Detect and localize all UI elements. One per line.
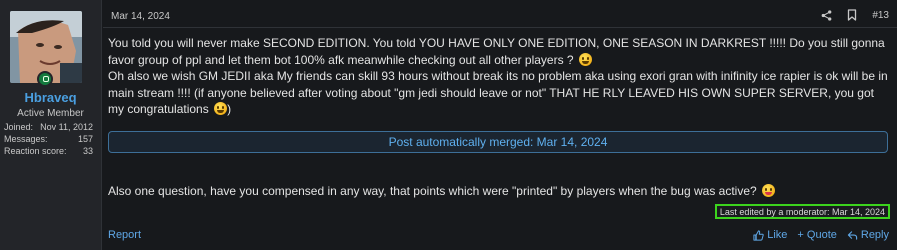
message-text: Also one question, have you compensed in…	[108, 184, 757, 198]
quote-button[interactable]: + Quote	[797, 229, 836, 241]
share-icon[interactable]	[821, 9, 832, 21]
report-link[interactable]: Report	[108, 229, 141, 241]
stat-joined: Joined: Nov 11, 2012	[4, 121, 93, 133]
user-sidebar: Hbraveq Active Member Joined: Nov 11, 20…	[0, 0, 102, 250]
message-paragraph: Also one question, have you compensed in…	[108, 184, 888, 198]
stat-label: Messages:	[4, 134, 48, 144]
post-actions: Like + Quote Reply	[753, 229, 889, 241]
user-stats: Joined: Nov 11, 2012 Messages: 157 React…	[4, 121, 93, 157]
username[interactable]: Hbraveq	[0, 90, 101, 105]
reply-button[interactable]: Reply	[847, 229, 889, 241]
message-text: You told you will never make SECOND EDIT…	[108, 36, 885, 67]
post-number[interactable]: #13	[872, 10, 889, 21]
quote-label: + Quote	[797, 229, 837, 241]
online-status-icon	[37, 71, 53, 87]
message-paragraph: Oh also we wish GM JEDII aka My friends …	[108, 68, 888, 118]
like-label: Like	[767, 229, 788, 241]
tongue-emoji-icon	[762, 184, 776, 197]
message-paragraph: You told you will never make SECOND EDIT…	[108, 35, 888, 68]
stat-label: Joined:	[4, 122, 34, 132]
stat-messages: Messages: 157	[4, 133, 93, 145]
bookmark-icon[interactable]	[847, 9, 857, 21]
stat-label: Reaction score:	[4, 146, 67, 156]
message-body: You told you will never make SECOND EDIT…	[108, 35, 888, 118]
forum-post: Hbraveq Active Member Joined: Nov 11, 20…	[0, 0, 897, 250]
smile-emoji-icon	[578, 52, 592, 66]
header-divider	[103, 27, 897, 28]
reply-label: Reply	[860, 229, 889, 241]
stat-reaction-score: Reaction score: 33	[4, 145, 93, 157]
stat-value: 157	[77, 134, 93, 144]
message-text-tail: )	[227, 102, 232, 116]
stat-value: 33	[82, 146, 93, 156]
stat-value: Nov 11, 2012	[40, 122, 93, 132]
post-header-actions: #13	[821, 9, 889, 21]
grin-emoji-icon	[214, 102, 228, 115]
thumbs-up-icon	[753, 229, 764, 241]
post-date[interactable]: Mar 14, 2024	[111, 11, 170, 22]
user-title: Active Member	[17, 108, 84, 119]
auto-merged-notice: Post automatically merged: Mar 14, 2024	[108, 131, 888, 153]
reply-icon	[847, 230, 858, 241]
like-button[interactable]: Like	[753, 229, 787, 241]
last-edited-notice: Last edited by a moderator: Mar 14, 2024	[714, 204, 890, 219]
